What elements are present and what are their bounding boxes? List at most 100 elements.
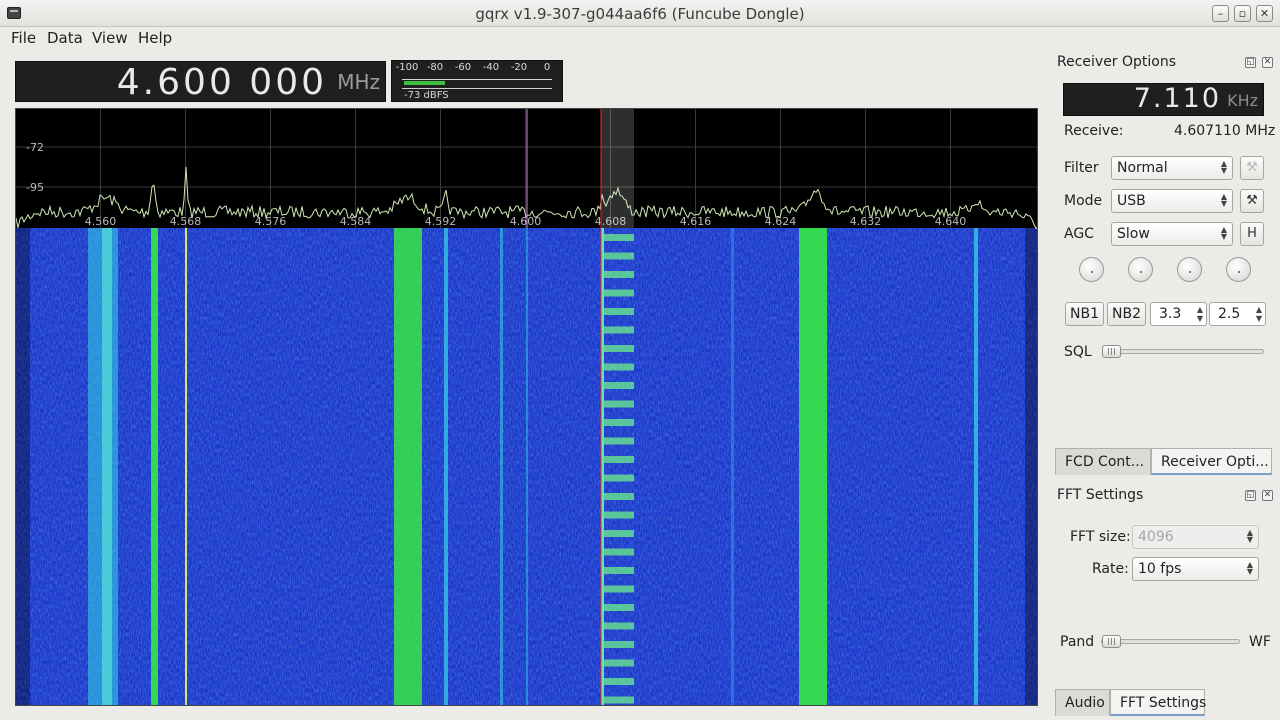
squelch-slider-handle[interactable] — [1102, 345, 1121, 358]
agc-label: AGC — [1064, 226, 1094, 242]
waterfall-cw-burst — [604, 474, 634, 482]
dock-tabs-bottom: Audio FFT Settings — [1055, 689, 1206, 716]
fft-size-value: 4096 — [1138, 529, 1174, 545]
level-tick-label: -72 — [26, 141, 44, 154]
agc-threshold-knob[interactable] — [1079, 257, 1104, 282]
frequency-digits[interactable]: 4.600 000 — [117, 62, 327, 103]
agc-decay-knob[interactable] — [1177, 257, 1202, 282]
tab-fft-settings[interactable]: FFT Settings — [1110, 689, 1206, 716]
window-title: gqrx v1.9-307-g044aa6f6 (Funcube Dongle) — [475, 5, 805, 23]
waterfall-cw-burst — [604, 308, 634, 315]
filter-passband[interactable] — [601, 109, 634, 228]
pandapter-split-slider-handle[interactable] — [1102, 635, 1121, 648]
waterfall-cw-burst — [604, 363, 634, 371]
signal-meter-track — [404, 81, 554, 85]
waterfall-cw-burst — [604, 252, 634, 260]
waterfall-cw-burst — [604, 289, 634, 297]
pand-label: Pand — [1060, 634, 1095, 650]
fft-rate-label: Rate: — [1092, 561, 1129, 577]
nb2-button[interactable]: NB2 — [1107, 302, 1146, 326]
frequency-tick-label: 4.600 — [510, 215, 542, 228]
waterfall-cw-burst — [604, 493, 634, 500]
waterfall-cw-burst — [604, 345, 634, 352]
waterfall-cw-burst — [604, 641, 634, 648]
agc-slope-knob[interactable] — [1128, 257, 1153, 282]
spectrum-plotter[interactable]: 4.560 4.568 4.576 4.584 4.592 4.600 4.608 4.616… — [15, 108, 1038, 706]
agc-value: Slow — [1117, 226, 1150, 242]
meter-scale-label: -20 — [510, 62, 528, 73]
fft-rate-select[interactable]: 10 fps ▲ ▼ — [1132, 557, 1259, 581]
maximize-button[interactable]: ▫ — [1234, 5, 1251, 22]
waterfall-signal-band — [394, 228, 422, 705]
tab-fcd-controls[interactable]: FCD Cont... — [1055, 448, 1151, 475]
tab-receiver-options[interactable]: Receiver Opti... — [1151, 448, 1272, 475]
mode-select[interactable]: USB ▲ ▼ — [1111, 189, 1233, 213]
menu-view[interactable]: View — [92, 29, 128, 47]
frequency-tick-label: 4.624 — [765, 215, 797, 228]
fft-rate-value: 10 fps — [1138, 561, 1182, 577]
squelch-slider-groove[interactable] — [1102, 349, 1264, 354]
receive-label: Receive: — [1064, 123, 1124, 139]
tab-audio[interactable]: Audio — [1055, 689, 1110, 716]
close-icon[interactable]: ✕ — [1262, 490, 1273, 501]
waterfall-signal-band — [526, 228, 528, 705]
waterfall-signal-band — [799, 228, 827, 705]
waterfall-cw-burst — [604, 567, 634, 574]
waterfall-signal-band — [185, 228, 187, 705]
nb1-button[interactable]: NB1 — [1065, 302, 1104, 326]
nb1-threshold-spinbox[interactable]: 3.3 ▲ ▼ — [1150, 302, 1207, 326]
menu-data[interactable]: Data — [47, 29, 83, 47]
agc-hang-button[interactable]: H — [1240, 222, 1264, 246]
signal-meter-ticks — [402, 75, 552, 80]
filter-label: Filter — [1064, 160, 1099, 176]
signal-meter-baseline — [402, 88, 552, 89]
menu-help[interactable]: Help — [138, 29, 172, 47]
agc-gain-knob[interactable] — [1226, 257, 1251, 282]
waterfall-edge-left — [16, 228, 30, 705]
fft-size-select[interactable]: 4096 ▲ ▼ — [1132, 525, 1259, 549]
signal-meter: -100 -80 -60 -40 -20 0 -73 dBFS — [391, 60, 563, 102]
wf-label: WF — [1249, 634, 1271, 650]
nb2-threshold-spinbox[interactable]: 2.5 ▲ ▼ — [1209, 302, 1266, 326]
frequency-tick-label: 4.640 — [935, 215, 967, 228]
minimize-button[interactable]: – — [1212, 5, 1229, 22]
waterfall-cw-burst — [604, 622, 634, 630]
meter-scale-label: -80 — [426, 62, 444, 73]
float-icon[interactable]: ◱ — [1245, 490, 1256, 501]
meter-scale-label: -60 — [454, 62, 472, 73]
mode-label: Mode — [1064, 193, 1103, 209]
receiver-offset-digits[interactable]: 7.110 — [1134, 83, 1221, 114]
filter-value: Normal — [1117, 160, 1168, 176]
close-button[interactable]: ✕ — [1256, 5, 1273, 22]
waterfall-cw-burst — [604, 659, 634, 667]
receiver-offset-unit: KHz — [1227, 91, 1258, 110]
agc-select[interactable]: Slow ▲ ▼ — [1111, 222, 1233, 246]
wrench-icon: ⚒ — [1246, 193, 1258, 208]
frequency-tick-label: 4.592 — [425, 215, 457, 228]
receiver-offset-display[interactable]: 7.110 KHz — [1063, 83, 1264, 116]
waterfall-cw-burst — [604, 419, 634, 426]
waterfall-cw-burst — [604, 326, 634, 334]
wrench-icon: ⚒ — [1246, 160, 1258, 175]
spin-arrows-icon: ▲ ▼ — [1255, 305, 1262, 323]
pandapter-split-slider-groove[interactable] — [1101, 639, 1240, 644]
frequency-unit: MHz — [337, 70, 380, 94]
frequency-display[interactable]: 4.600 000 MHz — [15, 61, 386, 103]
close-icon[interactable]: ✕ — [1262, 57, 1273, 68]
waterfall-cw-burst — [604, 696, 634, 704]
spectrum-waterfall-svg[interactable]: 4.560 4.568 4.576 4.584 4.592 4.600 4.608 4.616… — [16, 109, 1038, 706]
waterfall-cw-burst — [604, 234, 634, 241]
meter-scale-label: -100 — [395, 62, 419, 73]
waterfall-cw-burst — [604, 678, 634, 685]
mode-options-button[interactable]: ⚒ — [1240, 189, 1264, 213]
frequency-tick-label: 4.568 — [170, 215, 202, 228]
sql-label: SQL — [1064, 344, 1092, 360]
waterfall-cw-burst — [604, 530, 634, 537]
filter-options-button[interactable]: ⚒ — [1240, 156, 1264, 180]
receiver-options-title: Receiver Options — [1057, 54, 1177, 70]
float-icon[interactable]: ◱ — [1245, 57, 1256, 68]
filter-select[interactable]: Normal ▲ ▼ — [1111, 156, 1233, 180]
mode-value: USB — [1117, 193, 1146, 209]
menu-file[interactable]: File — [11, 29, 36, 47]
waterfall-signal-band — [444, 228, 448, 705]
